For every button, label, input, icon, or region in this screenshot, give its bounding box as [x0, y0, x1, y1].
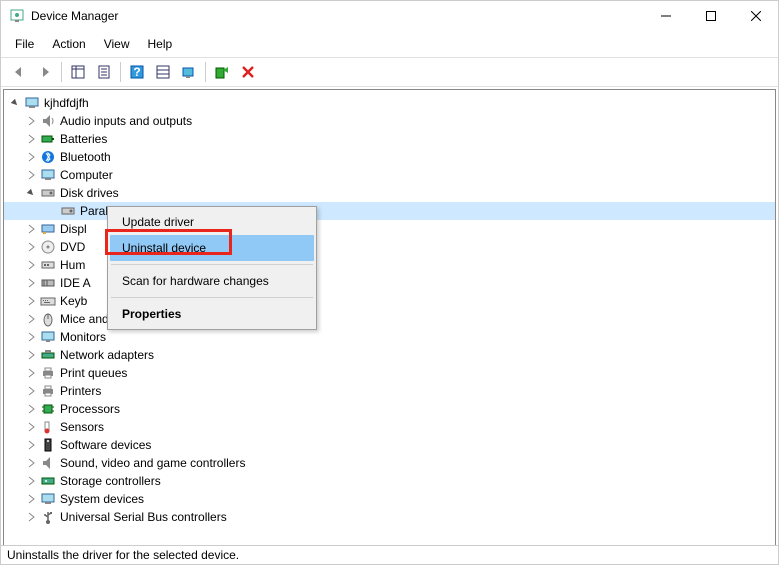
status-bar: Uninstalls the driver for the selected d… — [1, 545, 778, 564]
ctx-uninstall-device[interactable]: Uninstall device — [110, 235, 314, 261]
battery-icon — [40, 131, 56, 147]
collapse-icon[interactable] — [24, 186, 38, 200]
mouse-icon — [40, 311, 56, 327]
ctx-separator — [111, 297, 313, 298]
expand-icon[interactable] — [24, 150, 38, 164]
display-adapter-icon — [40, 221, 56, 237]
tree-item-usb[interactable]: Universal Serial Bus controllers — [4, 508, 775, 526]
usb-icon — [40, 509, 56, 525]
bluetooth-icon — [40, 149, 56, 165]
expand-icon[interactable] — [24, 312, 38, 326]
menu-action[interactable]: Action — [44, 35, 93, 53]
monitor-icon — [40, 329, 56, 345]
properties-button[interactable] — [92, 60, 116, 84]
back-button[interactable] — [7, 60, 31, 84]
expand-icon[interactable] — [24, 438, 38, 452]
expand-icon[interactable] — [24, 222, 38, 236]
menu-file[interactable]: File — [7, 35, 42, 53]
disk-icon — [60, 203, 76, 219]
svg-text:?: ? — [133, 65, 140, 79]
dvd-icon — [40, 239, 56, 255]
tree-item-system[interactable]: System devices — [4, 490, 775, 508]
forward-button[interactable] — [33, 60, 57, 84]
tree-item-batteries[interactable]: Batteries — [4, 130, 775, 148]
scan-hardware-button[interactable] — [177, 60, 201, 84]
toolbar: ? — [1, 57, 778, 87]
uninstall-button[interactable] — [236, 60, 260, 84]
expand-icon[interactable] — [24, 330, 38, 344]
computer-icon — [24, 95, 40, 111]
toolbar-separator — [205, 62, 206, 82]
expand-icon[interactable] — [24, 366, 38, 380]
app-icon — [9, 8, 25, 24]
tree-item-bluetooth[interactable]: Bluetooth — [4, 148, 775, 166]
printer-icon — [40, 365, 56, 381]
ctx-properties[interactable]: Properties — [110, 301, 314, 327]
tree-item-printers[interactable]: Printers — [4, 382, 775, 400]
menu-help[interactable]: Help — [140, 35, 181, 53]
context-menu: Update driver Uninstall device Scan for … — [107, 206, 317, 330]
expand-icon[interactable] — [24, 492, 38, 506]
tree-item-print-queues[interactable]: Print queues — [4, 364, 775, 382]
close-button[interactable] — [733, 1, 778, 31]
storage-icon — [40, 473, 56, 489]
tree-item-computer[interactable]: Computer — [4, 166, 775, 184]
menu-view[interactable]: View — [96, 35, 138, 53]
expand-icon[interactable] — [24, 276, 38, 290]
disk-icon — [40, 185, 56, 201]
expand-icon[interactable] — [24, 240, 38, 254]
software-icon — [40, 437, 56, 453]
tree-item-software[interactable]: Software devices — [4, 436, 775, 454]
maximize-button[interactable] — [688, 1, 733, 31]
minimize-button[interactable] — [643, 1, 688, 31]
list-button[interactable] — [151, 60, 175, 84]
menu-bar: File Action View Help — [1, 31, 778, 57]
ctx-update-driver[interactable]: Update driver — [110, 209, 314, 235]
toolbar-separator — [61, 62, 62, 82]
keyboard-icon — [40, 293, 56, 309]
tree-item-monitors[interactable]: Monitors — [4, 328, 775, 346]
show-hide-tree-button[interactable] — [66, 60, 90, 84]
expand-icon[interactable] — [24, 474, 38, 488]
processor-icon — [40, 401, 56, 417]
network-icon — [40, 347, 56, 363]
tree-item-sensors[interactable]: Sensors — [4, 418, 775, 436]
device-tree-panel: kjhdfdjfh Audio inputs and outputs Batte… — [3, 89, 776, 561]
ctx-scan-hardware[interactable]: Scan for hardware changes — [110, 268, 314, 294]
computer-icon — [40, 167, 56, 183]
tree-item-disk-drives[interactable]: Disk drives — [4, 184, 775, 202]
sensor-icon — [40, 419, 56, 435]
audio-icon — [40, 113, 56, 129]
help-button[interactable]: ? — [125, 60, 149, 84]
tree-item-storage[interactable]: Storage controllers — [4, 472, 775, 490]
expand-icon[interactable] — [24, 384, 38, 398]
enable-button[interactable] — [210, 60, 234, 84]
expand-icon[interactable] — [24, 510, 38, 524]
tree-item-network[interactable]: Network adapters — [4, 346, 775, 364]
ctx-separator — [111, 264, 313, 265]
expand-icon[interactable] — [24, 294, 38, 308]
toolbar-separator — [120, 62, 121, 82]
tree-item-sound[interactable]: Sound, video and game controllers — [4, 454, 775, 472]
hid-icon — [40, 257, 56, 273]
sound-icon — [40, 455, 56, 471]
expand-icon[interactable] — [24, 402, 38, 416]
tree-root[interactable]: kjhdfdjfh — [4, 94, 775, 112]
tree-item-audio[interactable]: Audio inputs and outputs — [4, 112, 775, 130]
ide-icon — [40, 275, 56, 291]
expand-icon[interactable] — [24, 258, 38, 272]
expand-icon[interactable] — [24, 114, 38, 128]
collapse-icon[interactable] — [8, 96, 22, 110]
expand-icon[interactable] — [24, 348, 38, 362]
expand-icon[interactable] — [24, 132, 38, 146]
expand-icon[interactable] — [24, 420, 38, 434]
window-title: Device Manager — [31, 9, 118, 23]
expand-icon[interactable] — [24, 168, 38, 182]
tree-item-processors[interactable]: Processors — [4, 400, 775, 418]
system-icon — [40, 491, 56, 507]
printer-icon — [40, 383, 56, 399]
tree-root-label: kjhdfdjfh — [44, 96, 89, 110]
expand-icon[interactable] — [24, 456, 38, 470]
